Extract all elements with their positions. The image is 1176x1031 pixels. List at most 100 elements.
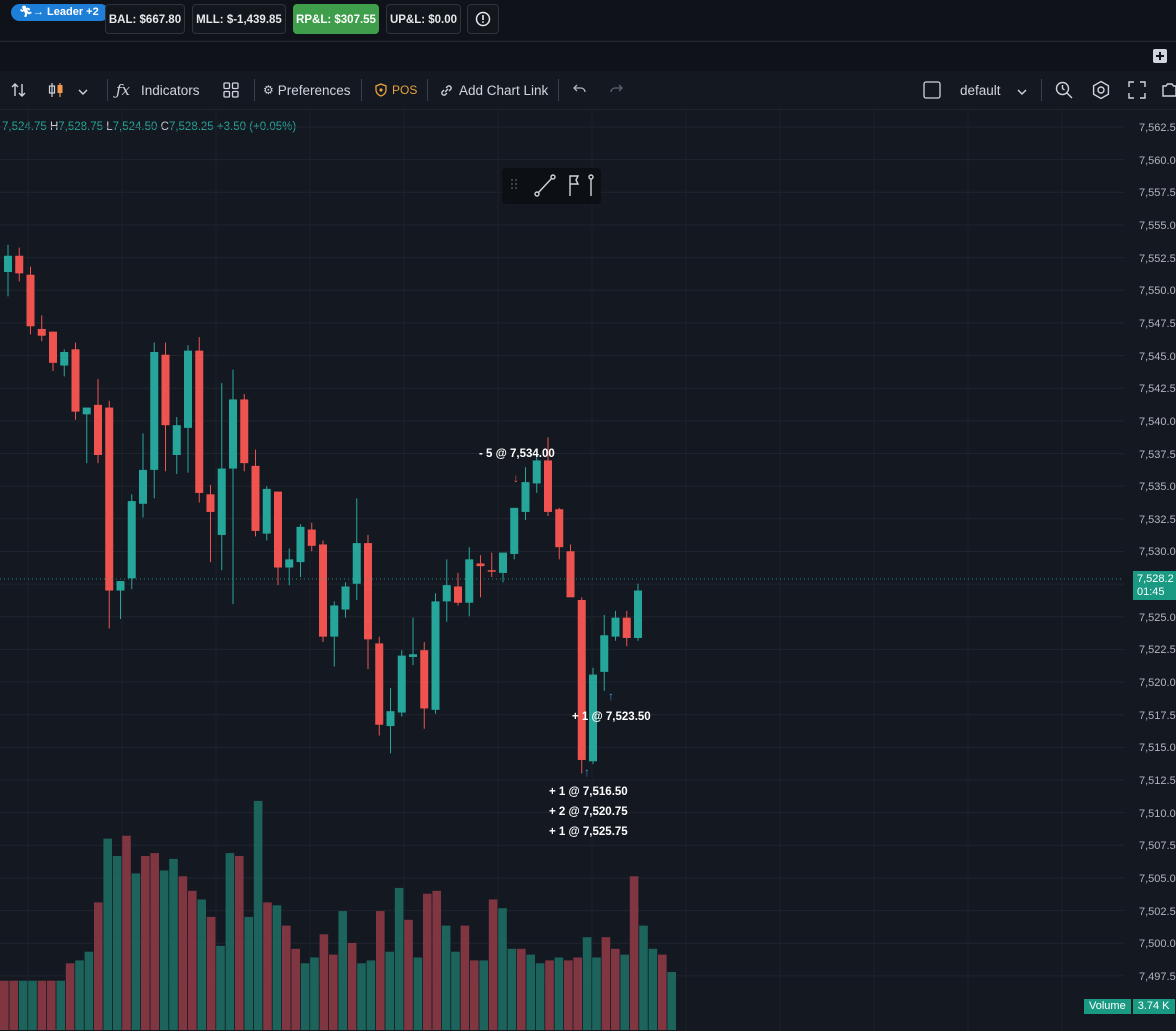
candle <box>116 581 125 620</box>
candle <box>600 614 609 691</box>
chevron-down-icon <box>1017 83 1027 98</box>
rpl-stat[interactable]: RP&L: $307.55 <box>293 4 379 34</box>
candle <box>420 642 429 729</box>
candle-body <box>409 654 417 657</box>
candle <box>319 540 327 643</box>
volume-bar <box>310 957 319 1030</box>
candle <box>71 342 80 420</box>
trend-line-icon[interactable] <box>534 174 556 197</box>
volume-bar <box>329 954 338 1030</box>
layout-select[interactable]: default <box>923 79 1027 101</box>
settings-button[interactable] <box>1091 79 1111 101</box>
add-chart-link-label: Add Chart Link <box>459 82 549 98</box>
candle-body <box>319 544 327 637</box>
volume-bar <box>601 937 611 1030</box>
balance-stat[interactable]: BAL: $667.80 <box>105 4 185 34</box>
candle-body <box>420 650 429 709</box>
candle <box>499 552 507 583</box>
price-tick: 7,520.0 <box>1139 677 1176 690</box>
volume-bar <box>319 934 329 1030</box>
volume-bar <box>451 951 460 1030</box>
chart-type-button[interactable] <box>46 79 88 101</box>
drag-handle-icon <box>511 179 517 189</box>
volume-bar <box>28 980 37 1030</box>
volume-bar <box>535 963 545 1030</box>
add-chart-link-button[interactable]: Add Chart Link <box>439 79 548 101</box>
candle <box>150 342 159 499</box>
candle <box>60 349 69 377</box>
hexagon-settings-icon <box>1092 80 1110 100</box>
candle-body <box>82 407 91 415</box>
candle <box>307 522 316 552</box>
candle <box>94 379 102 464</box>
toolbar-divider <box>558 79 559 101</box>
candle-body <box>566 551 575 598</box>
candle-body <box>375 643 384 725</box>
volume-bar <box>178 876 188 1030</box>
pos-button[interactable]: POS <box>375 79 417 101</box>
candle <box>487 552 496 577</box>
candle-body <box>555 509 564 548</box>
link-icon <box>441 84 452 96</box>
volume-bar <box>263 902 272 1030</box>
drawing-toolbar <box>502 168 601 204</box>
candle-body <box>600 635 609 672</box>
candle-body <box>229 399 237 469</box>
price-chart[interactable]: - 5 @ 7,534.00 ↓ ↑ + 1 @ 7,523.50 ↑ + 1 … <box>0 110 1124 1031</box>
candle <box>229 369 237 605</box>
redo-icon <box>610 84 623 93</box>
volume-bar <box>56 980 65 1030</box>
volume-bar <box>188 890 197 1030</box>
candle-body <box>532 460 541 484</box>
volume-bar <box>423 893 432 1030</box>
candle-body <box>195 350 204 493</box>
volume-bar <box>479 960 488 1030</box>
candle <box>634 583 642 641</box>
undo-button[interactable] <box>572 79 588 101</box>
chevron-down-icon <box>78 83 88 98</box>
quick-search-button[interactable] <box>1054 79 1074 101</box>
info-button[interactable] <box>467 4 499 34</box>
candle-body <box>139 469 147 504</box>
function-icon: ƒx <box>116 81 131 99</box>
volume-bar <box>37 980 47 1030</box>
templates-button[interactable] <box>222 79 240 101</box>
volume-bar <box>131 873 141 1030</box>
volume-bar <box>197 899 206 1030</box>
leader-badge[interactable]: 🏃︎→ Leader +2 <box>11 4 109 21</box>
candle <box>532 455 541 493</box>
candle-body <box>341 586 350 610</box>
candle-body <box>60 351 69 366</box>
flag-marker-icon[interactable] <box>569 174 594 196</box>
candle-body <box>184 350 192 428</box>
candle-body <box>150 351 159 470</box>
preferences-button[interactable]: ⚙ Preferences <box>263 79 351 101</box>
undo-icon <box>573 84 586 93</box>
interval-button[interactable] <box>10 79 28 101</box>
upl-stat[interactable]: UP&L: $0.00 <box>386 4 461 34</box>
add-tab-icon[interactable] <box>1153 49 1167 63</box>
screenshot-button[interactable] <box>1162 79 1176 101</box>
candle-body <box>307 529 316 546</box>
price-tick: 7,547.5 <box>1139 317 1176 330</box>
fullscreen-button[interactable] <box>1128 79 1146 101</box>
preferences-label: Preferences <box>277 82 351 98</box>
candle <box>82 407 91 464</box>
candle-body <box>442 585 451 602</box>
price-tick: 7,512.5 <box>1139 775 1176 787</box>
mll-stat[interactable]: MLL: $-1,439.85 <box>192 4 286 34</box>
candle <box>274 491 282 586</box>
candle-body <box>386 711 395 727</box>
volume-bar <box>564 960 573 1030</box>
buy-fill-label: + 1 @ 7,516.50 <box>549 786 628 798</box>
toolbar-divider <box>361 79 362 101</box>
redo-button[interactable] <box>608 79 624 101</box>
fullscreen-icon <box>1128 81 1146 99</box>
price-tick: 7,505.0 <box>1139 872 1176 885</box>
indicators-button[interactable]: ƒx Indicators <box>116 79 200 101</box>
price-tick: 7,522.5 <box>1139 644 1176 657</box>
candle <box>206 484 215 563</box>
candle-body <box>499 552 507 573</box>
volume-bar <box>272 905 282 1030</box>
volume-bar <box>84 951 94 1030</box>
